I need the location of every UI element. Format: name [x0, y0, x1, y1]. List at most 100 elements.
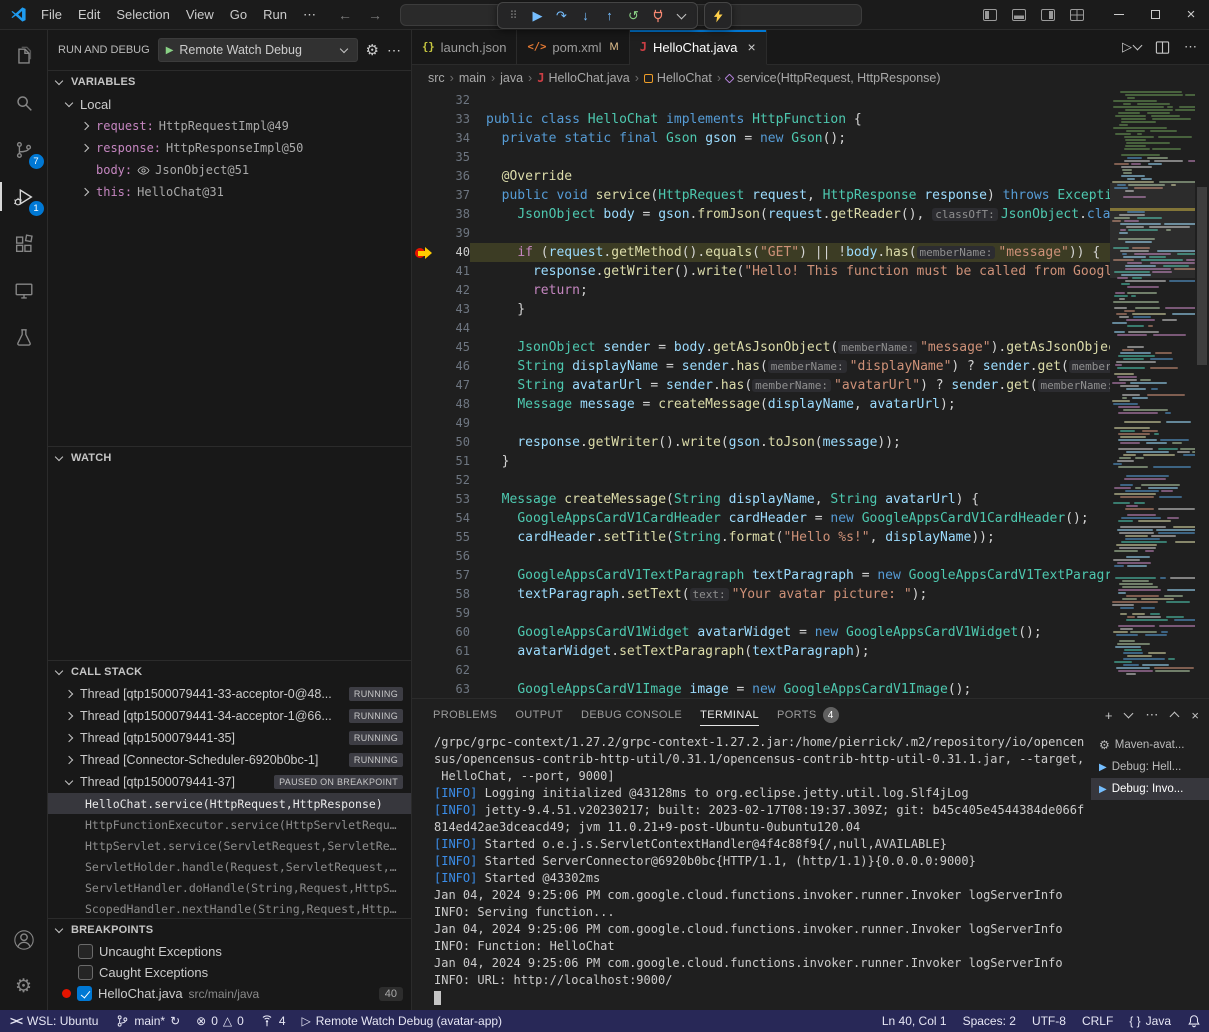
code-line-37[interactable]: 37 public void service(HttpRequest reque… — [412, 186, 1110, 205]
gutter-glyph-margin[interactable] — [412, 547, 436, 566]
terminal-session-item[interactable]: ▶Debug: Invo... — [1091, 778, 1209, 800]
stack-frame[interactable]: ServletHandler.doHandle(String,Request,H… — [48, 877, 411, 898]
gutter-glyph-margin[interactable] — [412, 300, 436, 319]
panel-tab-output[interactable]: OUTPUT — [506, 699, 572, 731]
breakpoint-checkbox[interactable] — [78, 944, 93, 959]
code-line-40[interactable]: 40 if (request.getMethod().equals("GET")… — [412, 243, 1110, 262]
indentation-indicator[interactable]: Spaces: 2 — [955, 1010, 1024, 1032]
gutter-glyph-margin[interactable] — [412, 281, 436, 300]
tab-launch-json[interactable]: {}launch.json — [412, 30, 517, 64]
tab-hellochat-java[interactable]: JHelloChat.java× — [630, 30, 767, 65]
code-line-50[interactable]: 50 response.getWriter().write(gson.toJso… — [412, 433, 1110, 452]
debug-continue-icon[interactable]: ▶ — [526, 5, 549, 27]
call-stack-thread[interactable]: Thread [qtp1500079441-33-acceptor-0@48..… — [48, 683, 411, 705]
panel-more-actions-icon[interactable]: ⋯ — [1145, 707, 1158, 723]
eol-indicator[interactable]: CRLF — [1074, 1010, 1121, 1032]
cursor-position[interactable]: Ln 40, Col 1 — [874, 1010, 955, 1032]
panel-tab-ports[interactable]: PORTS4 — [768, 699, 848, 731]
breakpoint-checkbox[interactable] — [78, 965, 93, 980]
gutter-glyph-margin[interactable] — [412, 243, 436, 262]
sync-icon[interactable]: ↻ — [170, 1014, 180, 1028]
menu-run[interactable]: Run — [255, 0, 295, 29]
panel-tab-problems[interactable]: PROBLEMS — [424, 699, 506, 731]
menu-selection[interactable]: Selection — [108, 0, 177, 29]
code-line-63[interactable]: 63 GoogleAppsCardV1Image image = new Goo… — [412, 680, 1110, 698]
window-restore-button[interactable] — [1137, 0, 1173, 30]
lazy-eval-eye-icon[interactable] — [137, 164, 150, 177]
code-line-48[interactable]: 48 Message message = createMessage(displ… — [412, 395, 1110, 414]
code-line-54[interactable]: 54 GoogleAppsCardV1CardHeader cardHeader… — [412, 509, 1110, 528]
stack-frame[interactable]: HttpFunctionExecutor.service(HttpServlet… — [48, 814, 411, 835]
breadcrumb-item[interactable]: src — [428, 71, 445, 85]
stack-frame[interactable]: ServletHolder.handle(Request,ServletRequ… — [48, 856, 411, 877]
nav-forward-icon[interactable]: → — [368, 7, 382, 23]
breakpoint-item[interactable]: Caught Exceptions — [48, 962, 411, 983]
call-stack-thread[interactable]: Thread [qtp1500079441-37]PAUSED ON BREAK… — [48, 771, 411, 793]
code-line-43[interactable]: 43 } — [412, 300, 1110, 319]
code-line-45[interactable]: 45 JsonObject sender = body.getAsJsonObj… — [412, 338, 1110, 357]
variable-this[interactable]: this:HelloChat@31 — [48, 181, 411, 203]
code-line-34[interactable]: 34 private static final Gson gson = new … — [412, 129, 1110, 148]
nav-back-icon[interactable]: ← — [338, 7, 352, 23]
hot-code-replace-button[interactable] — [704, 2, 732, 29]
terminal-session-item[interactable]: ▶Debug: Hell... — [1091, 756, 1209, 778]
debug-step-out-icon[interactable]: ↑ — [598, 5, 621, 27]
code-line-47[interactable]: 47 String avatarUrl = sender.has(memberN… — [412, 376, 1110, 395]
variable-request[interactable]: request:HttpRequestImpl@49 — [48, 115, 411, 137]
stack-frame[interactable]: HelloChat.service(HttpRequest,HttpRespon… — [48, 793, 411, 814]
gutter-glyph-margin[interactable] — [412, 129, 436, 148]
gutter-glyph-margin[interactable] — [412, 414, 436, 433]
call-stack-section-header[interactable]: CALL STACK — [48, 661, 411, 683]
debug-toolbar-more-icon[interactable] — [670, 5, 693, 27]
tab-pom-xml[interactable]: </>pom.xmlM — [517, 30, 629, 64]
gutter-glyph-margin[interactable] — [412, 167, 436, 186]
gutter-glyph-margin[interactable] — [412, 224, 436, 243]
gutter-glyph-margin[interactable] — [412, 585, 436, 604]
close-icon[interactable]: × — [747, 39, 755, 55]
terminal-output[interactable]: /grpc/grpc-context/1.27.2/grpc-context-1… — [412, 731, 1091, 1010]
panel-tab-debug-console[interactable]: DEBUG CONSOLE — [572, 699, 691, 731]
customize-layout-icon[interactable] — [1064, 2, 1089, 28]
gutter-glyph-margin[interactable] — [412, 395, 436, 414]
breadcrumb-item[interactable]: HelloChat — [644, 71, 712, 85]
gutter-glyph-margin[interactable] — [412, 110, 436, 129]
activity-extensions[interactable] — [0, 220, 48, 267]
launch-config-dropdown[interactable]: ▶ Remote Watch Debug — [158, 38, 358, 62]
code-line-53[interactable]: 53 Message createMessage(String displayN… — [412, 490, 1110, 509]
gutter-glyph-margin[interactable] — [412, 319, 436, 338]
gutter-glyph-margin[interactable] — [412, 566, 436, 585]
code-line-41[interactable]: 41 response.getWriter().write("Hello! Th… — [412, 262, 1110, 281]
menu-file[interactable]: File — [33, 0, 70, 29]
gutter-glyph-margin[interactable] — [412, 205, 436, 224]
toolbar-drag-handle-icon[interactable]: ⠿ — [502, 5, 525, 27]
code-line-44[interactable]: 44 — [412, 319, 1110, 338]
code-line-58[interactable]: 58 textParagraph.setText(text:"Your avat… — [412, 585, 1110, 604]
gutter-glyph-margin[interactable] — [412, 509, 436, 528]
run-or-debug-button[interactable]: ▷ — [1122, 39, 1141, 55]
code-line-52[interactable]: 52 — [412, 471, 1110, 490]
window-close-button[interactable]: × — [1173, 0, 1209, 30]
menu-go[interactable]: Go — [222, 0, 255, 29]
split-editor-icon[interactable] — [1155, 40, 1170, 55]
code-line-59[interactable]: 59 — [412, 604, 1110, 623]
activity-explorer[interactable] — [0, 32, 48, 79]
gutter-glyph-margin[interactable] — [412, 490, 436, 509]
activity-run-and-debug[interactable]: 1 — [0, 173, 48, 220]
gutter-glyph-margin[interactable] — [412, 357, 436, 376]
gutter-glyph-margin[interactable] — [412, 471, 436, 490]
code-line-42[interactable]: 42 return; — [412, 281, 1110, 300]
gutter-glyph-margin[interactable] — [412, 642, 436, 661]
activity-remote-explorer[interactable] — [0, 267, 48, 314]
breakpoint-checkbox[interactable] — [77, 986, 92, 1001]
toggle-secondary-sidebar-icon[interactable] — [1035, 2, 1060, 28]
activity-search[interactable] — [0, 79, 48, 126]
menu-edit[interactable]: Edit — [70, 0, 108, 29]
problems-indicator[interactable]: ⊗ 0 △ 0 — [188, 1010, 252, 1032]
code-line-36[interactable]: 36 @Override — [412, 167, 1110, 186]
code-editor[interactable]: 3233public class HelloChat implements Ht… — [412, 91, 1209, 698]
editor-more-actions-icon[interactable]: ⋯ — [1184, 39, 1197, 55]
gutter-glyph-margin[interactable] — [412, 338, 436, 357]
variable-response[interactable]: response:HttpResponseImpl@50 — [48, 137, 411, 159]
gutter-glyph-margin[interactable] — [412, 528, 436, 547]
code-line-51[interactable]: 51 } — [412, 452, 1110, 471]
